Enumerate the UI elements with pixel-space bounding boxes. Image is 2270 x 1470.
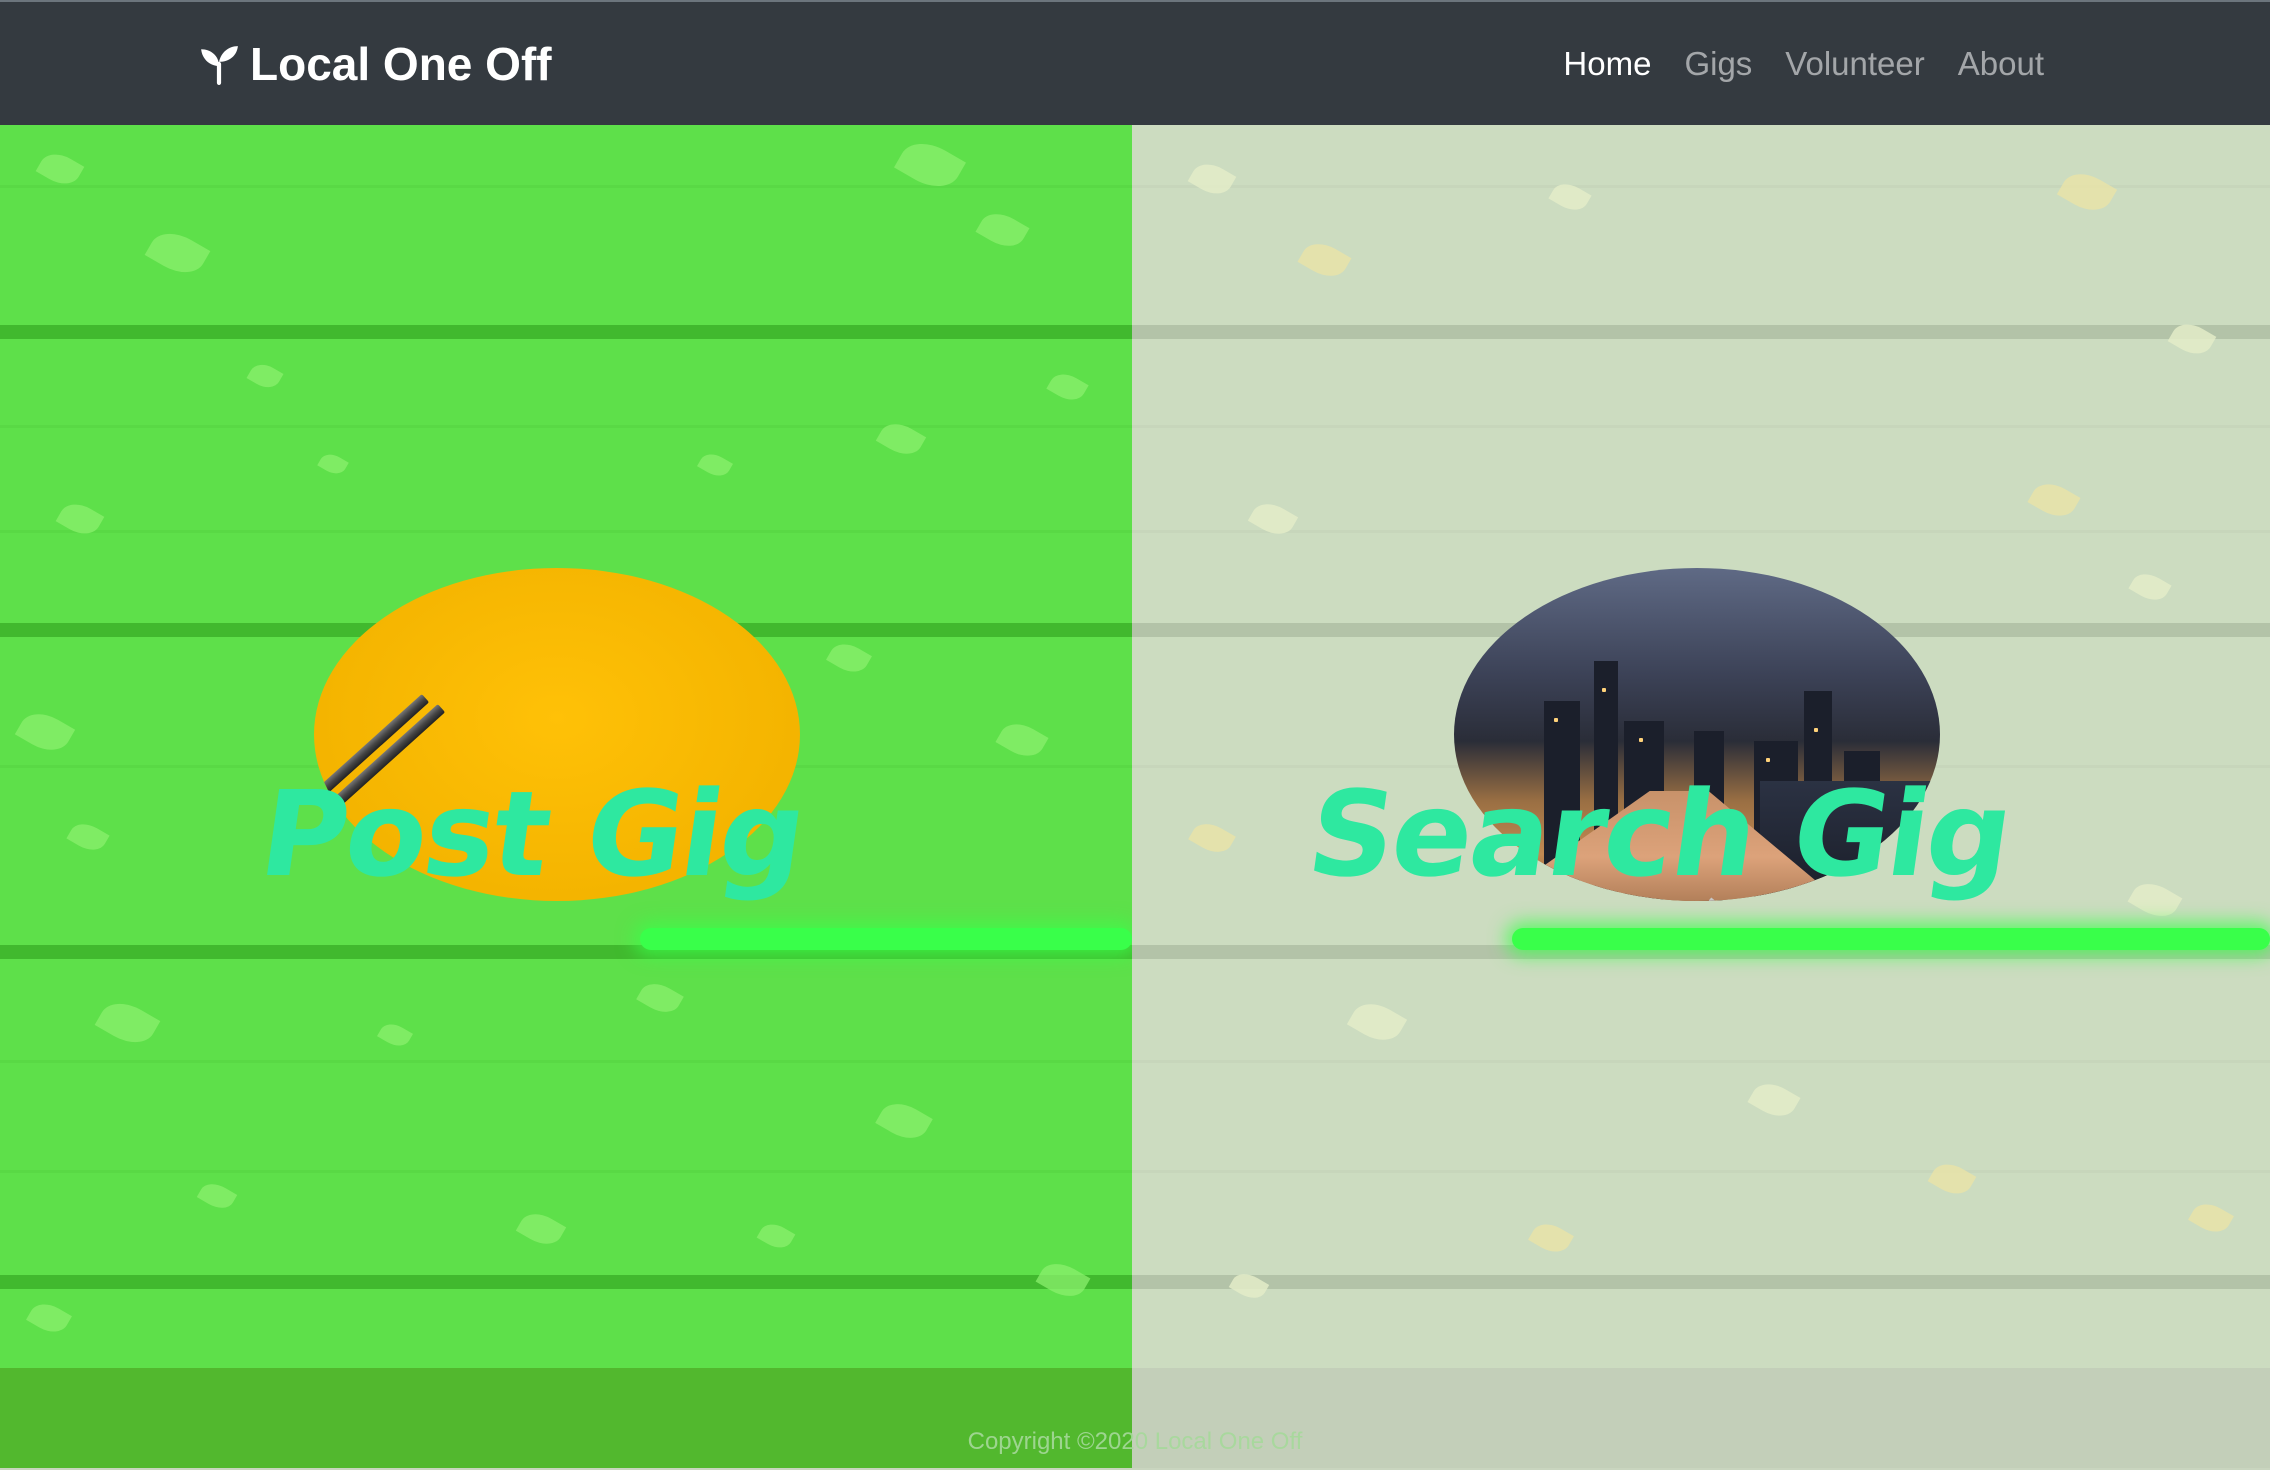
brand-link[interactable]: Local One Off	[198, 38, 552, 90]
nav-link-about[interactable]: About	[1958, 42, 2044, 86]
footer: Copyright ©2020 Local One Off	[0, 1368, 2270, 1468]
top-navbar: Local One Off Home Gigs Volunteer About	[0, 0, 2270, 125]
nav-links: Home Gigs Volunteer About	[1563, 42, 2044, 86]
brand-name: Local One Off	[250, 38, 552, 90]
nav-link-volunteer[interactable]: Volunteer	[1785, 42, 1924, 86]
nav-link-home[interactable]: Home	[1563, 42, 1651, 86]
highlight-glow	[1512, 928, 2270, 950]
post-gig-link[interactable]: Post Gig	[252, 765, 812, 903]
copyright-text: Copyright ©2020 Local One Off	[967, 1428, 1303, 1455]
search-gig-panel[interactable]: Search Gig	[1132, 125, 2270, 1368]
post-gig-panel[interactable]: Post Gig	[0, 125, 1132, 1368]
search-gig-link[interactable]: Search Gig	[1300, 765, 2019, 903]
seedling-icon	[201, 46, 238, 85]
highlight-glow	[640, 928, 1132, 950]
nav-link-gigs[interactable]: Gigs	[1684, 42, 1752, 86]
